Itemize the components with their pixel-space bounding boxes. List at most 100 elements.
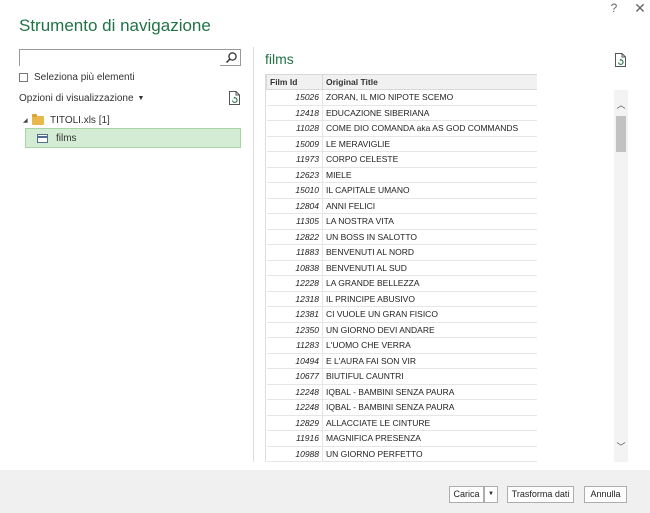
help-button[interactable]: ? xyxy=(606,0,622,16)
chevron-down-icon: ▼ xyxy=(137,95,145,102)
table-row[interactable]: 10677 BIUTIFUL CAUNTRI xyxy=(266,368,537,385)
film-id-cell: 12381 xyxy=(266,306,323,323)
film-id-cell: 12804 xyxy=(266,198,323,214)
search-input[interactable] xyxy=(20,53,220,68)
film-id-cell: 11028 xyxy=(266,120,323,137)
film-id-cell: 10838 xyxy=(266,260,323,276)
table-row[interactable]: 12228 LA GRANDE BELLEZZA xyxy=(266,275,537,292)
table-row[interactable]: 11973 CORPO CELESTE xyxy=(266,151,537,168)
film-id-cell: 12623 xyxy=(266,167,323,183)
tree-item-workbook[interactable]: ◢ TITOLI.xls [1] xyxy=(23,113,110,127)
original-title-cell: LA GRANDE BELLEZZA xyxy=(322,275,537,292)
table-row[interactable]: 10988 UN GIORNO PERFETTO xyxy=(266,446,537,462)
table-row[interactable]: 12381 CI VUOLE UN GRAN FISICO xyxy=(266,306,537,323)
tree-item-films[interactable]: films xyxy=(25,128,241,148)
close-button[interactable]: ✕ xyxy=(632,0,648,16)
film-id-cell: 10494 xyxy=(266,353,323,369)
original-title-cell: LA NOSTRA VITA xyxy=(322,213,537,230)
original-title-cell: EDUCAZIONE SIBERIANA xyxy=(322,105,537,121)
scroll-thumb[interactable] xyxy=(616,116,626,152)
preview-table: Film Id Original Title 15026 ZORAN, IL MI… xyxy=(266,74,537,462)
table-row[interactable]: 11883 BENVENUTI AL NORD xyxy=(266,244,537,261)
film-id-cell: 12318 xyxy=(266,291,323,307)
original-title-cell: MIELE xyxy=(322,167,537,183)
load-options-button[interactable]: ▼ xyxy=(484,486,498,503)
search-box xyxy=(19,49,241,68)
film-id-cell: 11305 xyxy=(266,213,323,230)
scroll-up-icon[interactable]: ︿ xyxy=(614,98,628,112)
cancel-button[interactable]: Annulla xyxy=(584,486,627,503)
original-title-cell: L'UOMO CHE VERRA xyxy=(322,337,537,354)
table-row[interactable]: 12248 IQBAL - BAMBINI SENZA PAURA xyxy=(266,384,537,400)
header-row: Film Id Original Title xyxy=(266,74,537,90)
original-title-cell: IQBAL - BAMBINI SENZA PAURA xyxy=(322,384,537,400)
table-row[interactable]: 12350 UN GIORNO DEVI ANDARE xyxy=(266,322,537,338)
expand-arrow-icon[interactable]: ◢ xyxy=(23,117,32,124)
table-row[interactable]: 11305 LA NOSTRA VITA xyxy=(266,213,537,230)
table-row[interactable]: 12318 IL PRINCIPE ABUSIVO xyxy=(266,291,537,307)
table-row[interactable]: 11916 MAGNIFICA PRESENZA xyxy=(266,430,537,447)
table-row[interactable]: 12248 IQBAL - BAMBINI SENZA PAURA xyxy=(266,399,537,416)
original-title-cell: COME DIO COMANDA aka AS GOD COMMANDS xyxy=(322,120,537,137)
original-title-cell: ZORAN, IL MIO NIPOTE SCEMO xyxy=(322,89,537,106)
table-row[interactable]: 15010 IL CAPITALE UMANO xyxy=(266,182,537,199)
original-title-cell: MAGNIFICA PRESENZA xyxy=(322,430,537,447)
preview-grid[interactable]: Film Id Original Title 15026 ZORAN, IL MI… xyxy=(265,74,537,462)
original-title-cell: E L'AURA FAI SON VIR xyxy=(322,353,537,369)
view-options-dropdown[interactable]: Opzioni di visualizzazione ▼ xyxy=(19,93,144,104)
table-row[interactable]: 11283 L'UOMO CHE VERRA xyxy=(266,337,537,354)
original-title-cell: CI VUOLE UN GRAN FISICO xyxy=(322,306,537,323)
table-row[interactable]: 11028 COME DIO COMANDA aka AS GOD COMMAND… xyxy=(266,120,537,137)
film-id-cell: 12418 xyxy=(266,105,323,121)
table-row[interactable]: 15026 ZORAN, IL MIO NIPOTE SCEMO xyxy=(266,89,537,106)
original-title-cell: CORPO CELESTE xyxy=(322,151,537,168)
film-id-cell: 11973 xyxy=(266,151,323,168)
original-title-cell: LE MERAVIGLIE xyxy=(322,136,537,152)
table-row[interactable]: 12623 MIELE xyxy=(266,167,537,183)
original-title-cell: UN GIORNO DEVI ANDARE xyxy=(322,322,537,338)
table-row[interactable]: 12822 UN BOSS IN SALOTTO xyxy=(266,229,537,245)
search-icon[interactable] xyxy=(225,51,238,64)
pane-divider xyxy=(253,47,254,462)
tree-item-workbook-label: TITOLI.xls [1] xyxy=(50,114,110,126)
document-refresh-icon[interactable] xyxy=(614,53,627,67)
film-id-cell: 12350 xyxy=(266,322,323,338)
original-title-cell: IQBAL - BAMBINI SENZA PAURA xyxy=(322,399,537,416)
film-id-cell: 15009 xyxy=(266,136,323,152)
transform-data-button[interactable]: Trasforma dati xyxy=(507,486,574,503)
table-row[interactable]: 10838 BENVENUTI AL SUD xyxy=(266,260,537,276)
film-id-cell: 15026 xyxy=(266,89,323,106)
film-id-cell: 12829 xyxy=(266,415,323,431)
original-title-cell: BIUTIFUL CAUNTRI xyxy=(322,368,537,385)
table-row[interactable]: 12418 EDUCAZIONE SIBERIANA xyxy=(266,105,537,121)
scroll-down-icon[interactable]: ﹀ xyxy=(614,440,628,454)
film-id-cell: 10677 xyxy=(266,368,323,385)
film-id-cell: 11283 xyxy=(266,337,323,354)
table-row[interactable]: 10494 E L'AURA FAI SON VIR xyxy=(266,353,537,369)
table-row[interactable]: 15009 LE MERAVIGLIE xyxy=(266,136,537,152)
film-id-cell: 12228 xyxy=(266,275,323,292)
document-refresh-icon[interactable] xyxy=(228,91,241,105)
original-title-cell: BENVENUTI AL NORD xyxy=(322,244,537,261)
vertical-scrollbar[interactable]: ︿ ﹀ xyxy=(614,90,628,462)
original-title-cell: ANNI FELICI xyxy=(322,198,537,214)
film-id-cell: 11916 xyxy=(266,430,323,447)
load-button[interactable]: Carica xyxy=(449,486,484,503)
table-icon xyxy=(37,133,48,143)
film-id-cell: 11883 xyxy=(266,244,323,261)
select-multiple-label: Seleziona più elementi xyxy=(34,72,135,83)
select-multiple[interactable]: Seleziona più elementi xyxy=(19,72,135,83)
film-id-cell: 12248 xyxy=(266,399,323,416)
select-multiple-checkbox[interactable] xyxy=(19,73,28,82)
column-header-original-title[interactable]: Original Title xyxy=(322,74,537,90)
table-row[interactable]: 12829 ALLACCIATE LE CINTURE xyxy=(266,415,537,431)
film-id-cell: 12822 xyxy=(266,229,323,245)
table-row[interactable]: 12804 ANNI FELICI xyxy=(266,198,537,214)
column-header-film-id[interactable]: Film Id xyxy=(266,74,323,90)
original-title-cell: UN BOSS IN SALOTTO xyxy=(322,229,537,245)
tree-item-films-label: films xyxy=(56,132,77,144)
preview-title: films xyxy=(265,51,294,67)
view-options-label: Opzioni di visualizzazione xyxy=(19,93,134,104)
navigator-pane: Seleziona più elementi Opzioni di visual… xyxy=(0,0,253,470)
original-title-cell: IL PRINCIPE ABUSIVO xyxy=(322,291,537,307)
